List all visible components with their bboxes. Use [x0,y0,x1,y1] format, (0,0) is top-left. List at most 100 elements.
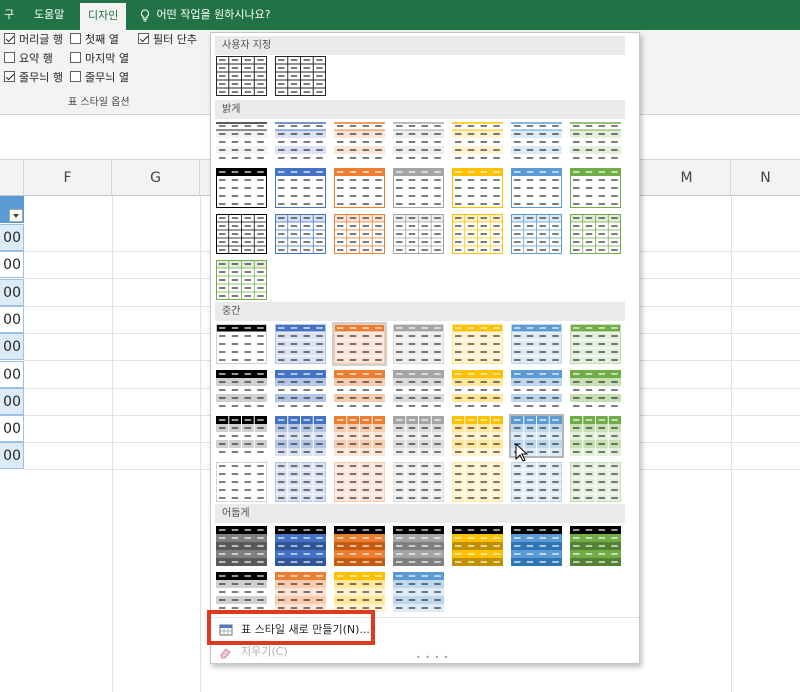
table-style-swatch[interactable] [334,526,385,566]
table-style-swatch[interactable] [332,322,387,366]
table-style-swatch[interactable] [393,572,444,612]
option-label: 줄무늬 열 [85,71,129,84]
table-style-swatch[interactable] [570,168,621,208]
table-cell[interactable]: 00 [0,251,24,279]
table-style-swatch[interactable] [570,462,621,502]
table-style-swatch[interactable] [452,324,503,364]
table-cell[interactable]: 00 [0,360,24,388]
table-style-swatch[interactable] [393,168,444,208]
table-style-swatch[interactable] [511,526,562,566]
option-header-row[interactable]: 머리글 행 [4,31,63,49]
table-cell[interactable]: 00 [0,333,24,361]
table-style-swatch[interactable] [275,416,326,456]
table-style-swatch[interactable] [334,168,385,208]
table-style-swatch[interactable] [216,462,267,502]
table-style-swatch[interactable] [216,526,267,566]
option-filter-button[interactable]: 필터 단추 [138,31,197,49]
table-style-swatch[interactable] [570,526,621,566]
section-dark: 어둡게 [215,504,625,523]
table-style-swatch[interactable] [511,214,562,254]
table-style-swatch[interactable] [275,370,326,410]
table-style-swatch[interactable] [570,122,621,162]
table-style-swatch[interactable] [216,370,267,410]
table-style-swatch[interactable] [452,214,503,254]
table-style-swatch[interactable] [393,526,444,566]
table-style-swatch[interactable] [511,324,562,364]
tell-me-box[interactable]: 어떤 작업을 원하시나요? [140,0,271,30]
table-style-swatch[interactable] [275,56,326,96]
table-style-swatch[interactable] [570,370,621,410]
option-label: 첫째 열 [85,33,119,46]
table-cell[interactable]: 00 [0,442,24,470]
table-style-swatch[interactable] [275,526,326,566]
table-style-swatch[interactable] [216,168,267,208]
checkbox-icon [138,33,149,44]
table-style-swatch[interactable] [452,168,503,208]
resize-grip-icon[interactable]: • • • • [416,653,450,662]
table-cell[interactable]: 00 [0,415,24,443]
table-style-swatch[interactable] [216,324,267,364]
table-cell[interactable]: 00 [0,278,24,306]
checkbox-icon [4,71,15,82]
table-style-swatch[interactable] [570,416,621,456]
table-style-swatch[interactable] [216,572,267,612]
table-style-swatch[interactable] [452,416,503,456]
option-first-column[interactable]: 첫째 열 [70,31,119,49]
table-style-swatch[interactable] [334,122,385,162]
column-header-partial[interactable] [0,160,24,196]
table-style-swatch[interactable] [216,260,267,300]
filter-dropdown-icon[interactable] [9,209,23,222]
option-total-row[interactable]: 요약 행 [4,50,53,68]
option-label: 줄무늬 행 [19,71,63,84]
table-style-swatch[interactable] [275,214,326,254]
grid-line [200,196,201,692]
table-style-swatch[interactable] [334,572,385,612]
table-style-swatch[interactable] [393,416,444,456]
column-header-m[interactable]: M [643,160,731,196]
table-cell[interactable]: 00 [0,387,24,415]
table-style-swatch[interactable] [216,214,267,254]
table-cell[interactable]: 00 [0,305,24,333]
option-banded-rows[interactable]: 줄무늬 행 [4,69,63,87]
tab-help[interactable]: 도움말 [34,0,64,30]
option-banded-columns[interactable]: 줄무늬 열 [70,69,129,87]
table-style-swatch[interactable] [275,122,326,162]
table-style-swatch[interactable] [275,168,326,208]
table-style-swatch[interactable] [216,56,267,96]
table-style-swatch[interactable] [334,370,385,410]
column-header-g[interactable]: G [112,160,200,196]
table-style-swatch[interactable] [570,324,621,364]
table-style-swatch[interactable] [393,370,444,410]
table-style-swatch[interactable] [511,122,562,162]
tab-tools[interactable]: 구 [4,0,14,30]
table-style-swatch[interactable] [452,526,503,566]
table-style-swatch[interactable] [275,462,326,502]
mouse-cursor-icon [515,443,529,462]
tab-design[interactable]: 디자인 [80,3,127,30]
table-style-swatch[interactable] [393,324,444,364]
table-style-swatch[interactable] [452,122,503,162]
option-label: 마지막 열 [85,52,129,65]
table-style-swatch[interactable] [334,416,385,456]
table-cell[interactable]: 00 [0,224,24,251]
table-style-swatch[interactable] [511,168,562,208]
table-style-swatch[interactable] [511,462,562,502]
table-style-swatch[interactable] [275,324,326,364]
option-last-column[interactable]: 마지막 열 [70,50,129,68]
table-style-swatch[interactable] [216,416,267,456]
table-style-swatch[interactable] [511,370,562,410]
table-style-swatch[interactable] [334,214,385,254]
table-style-swatch[interactable] [275,572,326,612]
table-style-swatch[interactable] [334,462,385,502]
column-header-f[interactable]: F [24,160,112,196]
column-header-n[interactable]: N [731,160,800,196]
table-style-swatch[interactable] [393,462,444,502]
table-style-swatch[interactable] [216,122,267,162]
table-style-swatch[interactable] [570,214,621,254]
eraser-icon [220,648,231,659]
checkbox-icon [4,33,15,44]
table-style-swatch[interactable] [452,370,503,410]
table-style-swatch[interactable] [393,122,444,162]
table-style-swatch[interactable] [393,214,444,254]
table-style-swatch[interactable] [452,462,503,502]
